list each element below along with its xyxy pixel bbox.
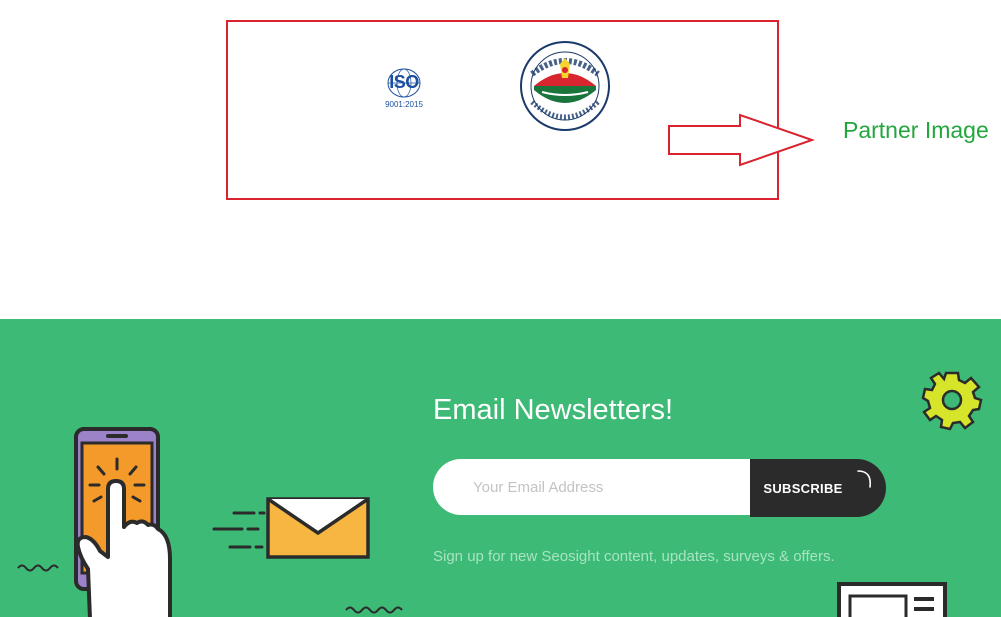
- phone-tap-illustration: [10, 419, 210, 617]
- city-corporation-logo: [510, 40, 620, 136]
- swirl-icon: [857, 470, 872, 488]
- gear-icon: [921, 369, 983, 431]
- subscribe-button[interactable]: SUBSCRIBE: [750, 459, 886, 517]
- iso-logo: ISO 9001:2015: [380, 66, 428, 112]
- iso-logo-name: ISO: [389, 72, 419, 92]
- newsletter-title: Email Newsletters!: [433, 394, 674, 426]
- envelope-illustration: [210, 489, 380, 569]
- partner-image-label: Partner Image: [843, 117, 989, 143]
- wave-decoration: [16, 559, 60, 572]
- subscribe-form: SUBSCRIBE: [433, 459, 886, 517]
- newsletter-section: Email Newsletters! SUBSCRIBE Sign up for…: [0, 319, 1001, 617]
- partner-highlight-box: [226, 20, 779, 200]
- wave-decoration: [344, 601, 404, 614]
- iso-logo-certification: 9001:2015: [385, 100, 423, 109]
- subscribe-button-label: SUBSCRIBE: [763, 480, 843, 496]
- arrow-right-icon: [666, 112, 816, 168]
- email-input[interactable]: [433, 459, 773, 515]
- newspaper-illustration: [836, 581, 950, 617]
- newsletter-description: Sign up for new Seosight content, update…: [433, 548, 835, 565]
